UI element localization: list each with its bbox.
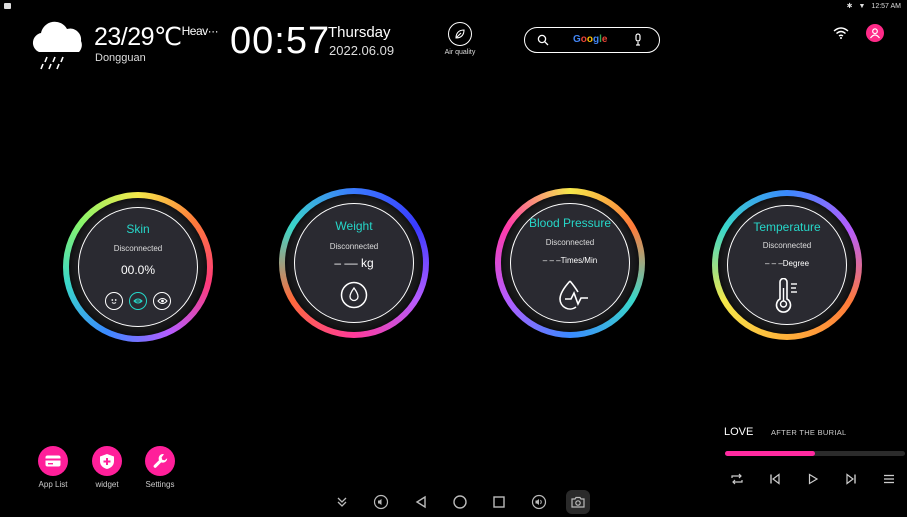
temperature-status: Disconnected	[762, 241, 812, 250]
home-icon[interactable]	[448, 490, 472, 514]
song-title: LOVE	[724, 426, 754, 438]
user-avatar-icon[interactable]	[866, 24, 884, 42]
face-icon[interactable]	[105, 292, 123, 310]
app-list-label: App List	[38, 480, 68, 489]
lips-icon[interactable]	[129, 292, 147, 310]
skin-value: 00.0%	[120, 263, 156, 277]
weight-gauge[interactable]: Weight Disconnected – –– kg	[279, 188, 429, 338]
mic-icon[interactable]	[633, 33, 643, 51]
wrench-icon	[145, 446, 175, 476]
recents-icon[interactable]	[487, 490, 511, 514]
playlist-icon[interactable]	[880, 470, 898, 488]
play-icon[interactable]	[804, 470, 822, 488]
blood-pressure-gauge[interactable]: Blood Pressure Disconnected – – –Times/M…	[495, 188, 645, 338]
blood-pressure-status: Disconnected	[545, 238, 595, 247]
gauge-face: Blood Pressure Disconnected – – –Times/M…	[510, 203, 630, 323]
notification-icon	[4, 3, 11, 9]
blood-pressure-value: – – –Times/Min	[542, 256, 598, 265]
temperature-title: Temperature	[753, 220, 821, 234]
leaf-icon	[448, 22, 472, 46]
signal-icon: ▼	[858, 3, 866, 10]
previous-icon[interactable]	[766, 470, 784, 488]
clock-date: 2022.06.09	[329, 43, 395, 58]
plus-shield-icon	[92, 446, 122, 476]
temperature-value: 23/29℃	[94, 23, 182, 51]
status-time: 12:57 AM	[871, 3, 901, 10]
back-icon[interactable]	[409, 490, 433, 514]
bluetooth-icon: ✱	[846, 3, 853, 10]
gauge-face: Weight Disconnected – –– kg	[294, 203, 414, 323]
song-artist: AFTER THE BURIAL	[771, 428, 847, 437]
card-icon	[38, 446, 68, 476]
blood-pressure-title: Blood Pressure	[528, 216, 612, 230]
clock-weekday: Thursday	[328, 24, 391, 41]
navigation-bar	[330, 490, 590, 514]
weather-temperature[interactable]: 23/29℃Heav···	[94, 22, 219, 52]
search-icon[interactable]	[537, 33, 549, 51]
app-list-button[interactable]: App List	[23, 446, 83, 489]
status-bar: ✱ ▼ 12:57 AM	[0, 0, 907, 14]
temperature-value: – – –Degree	[764, 259, 810, 268]
volume-up-icon[interactable]	[527, 490, 551, 514]
widget-button[interactable]: widget	[77, 446, 137, 489]
volume-down-icon[interactable]	[369, 490, 393, 514]
skin-gauge[interactable]: Skin Disconnected 00.0%	[63, 192, 213, 342]
heart-pulse-icon	[551, 278, 591, 317]
weight-value: – –– kg	[334, 256, 374, 270]
gauge-face: Temperature Disconnected – – –Degree	[727, 205, 847, 325]
clock-time[interactable]: 00:57	[230, 20, 330, 63]
settings-label: Settings	[145, 480, 175, 489]
temperature-gauge[interactable]: Temperature Disconnected – – –Degree	[712, 190, 862, 340]
google-logo: Google	[573, 34, 608, 45]
wifi-icon[interactable]	[833, 26, 849, 44]
air-quality-button[interactable]: Air quality	[440, 22, 480, 56]
music-controls	[728, 470, 898, 488]
weight-status: Disconnected	[329, 242, 379, 251]
weather-condition: Heav···	[181, 24, 219, 38]
music-progress-fill	[725, 451, 815, 456]
thermometer-icon	[772, 277, 802, 319]
cloud-rain-icon[interactable]	[25, 18, 87, 79]
music-progress-bar[interactable]	[725, 451, 905, 456]
screenshot-icon[interactable]	[565, 490, 590, 514]
collapse-icon[interactable]	[330, 490, 354, 514]
repeat-icon[interactable]	[728, 470, 746, 488]
eye-icon[interactable]	[153, 292, 171, 310]
gauge-face: Skin Disconnected 00.0%	[78, 207, 198, 327]
settings-button[interactable]: Settings	[130, 446, 190, 489]
search-bar[interactable]: Google	[524, 27, 660, 53]
skin-title: Skin	[126, 222, 150, 236]
weather-city: Dongguan	[95, 52, 146, 64]
skin-status: Disconnected	[113, 244, 163, 253]
drop-icon	[340, 281, 368, 314]
next-icon[interactable]	[842, 470, 860, 488]
widget-label: widget	[95, 480, 119, 489]
weight-title: Weight	[335, 219, 373, 233]
air-quality-label: Air quality	[444, 49, 476, 56]
